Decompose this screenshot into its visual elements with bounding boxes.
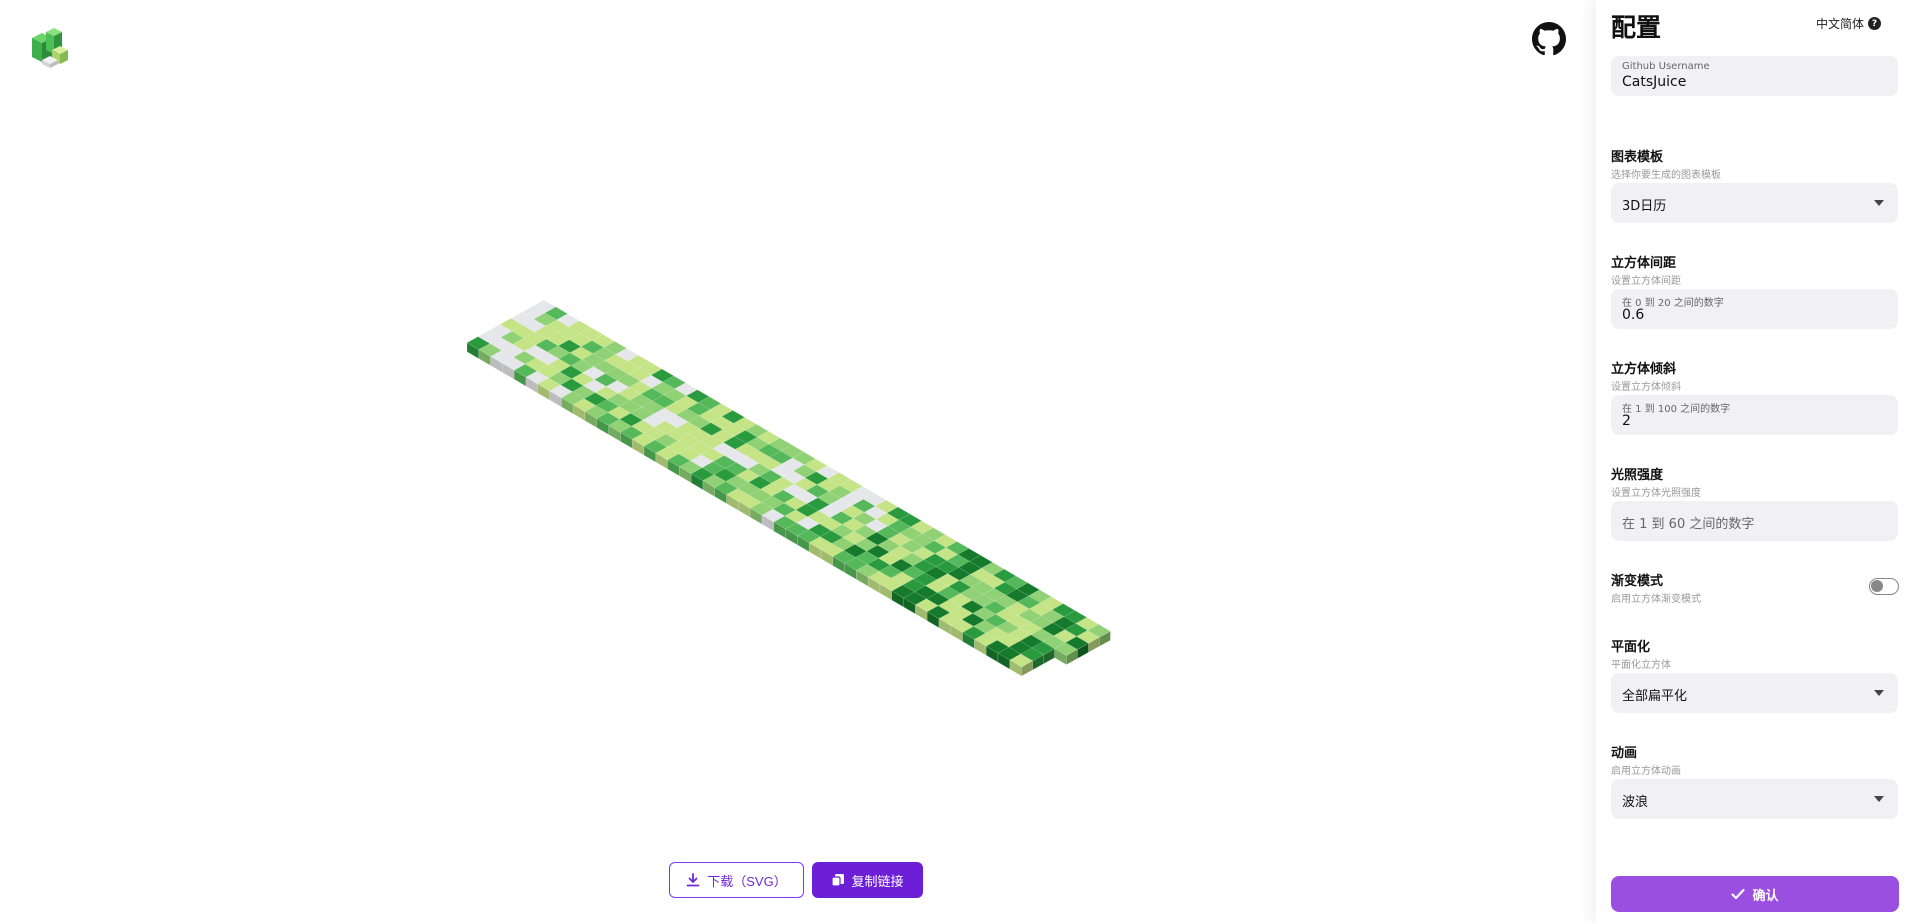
gap-input[interactable]: 在 0 到 20 之间的数字 0.6 <box>1611 289 1898 329</box>
light-placeholder: 在 1 到 60 之间的数字 <box>1622 517 1755 532</box>
language-label: 中文简体 <box>1816 17 1865 31</box>
copy-icon <box>831 874 845 887</box>
tilt-description: 设置立方体倾斜 <box>1611 382 1681 393</box>
template-select[interactable]: 3D日历 <box>1611 183 1898 223</box>
flatten-select[interactable]: 全部扁平化 <box>1611 673 1898 713</box>
template-description: 选择你要生成的图表模板 <box>1611 170 1721 181</box>
language-switch[interactable]: 中文简体 ? <box>1816 15 1882 32</box>
gradient-toggle[interactable] <box>1869 578 1899 595</box>
flatten-selected: 全部扁平化 <box>1622 689 1688 704</box>
light-input[interactable]: 在 1 到 60 之间的数字 <box>1611 501 1898 541</box>
gap-label: 立方体间距 <box>1611 256 1677 271</box>
tilt-input[interactable]: 在 1 到 100 之间的数字 2 <box>1611 395 1898 435</box>
config-panel: 配置 中文简体 ? Github Username CatsJuice 图表模板… <box>1596 0 1916 923</box>
gradient-label: 渐变模式 <box>1611 574 1664 589</box>
main-area: 下载（SVG） 复制链接 <box>0 0 1596 923</box>
light-label: 光照强度 <box>1611 468 1664 483</box>
animation-select[interactable]: 波浪 <box>1611 779 1898 819</box>
help-icon[interactable]: ? <box>1868 17 1882 30</box>
download-label: 下载（SVG） <box>707 873 787 889</box>
chevron-down-icon <box>1874 690 1884 696</box>
download-svg-button[interactable]: 下载（SVG） <box>669 862 804 898</box>
gradient-description: 启用立方体渐变模式 <box>1611 594 1701 605</box>
animation-selected: 波浪 <box>1622 795 1649 810</box>
username-label: Github Username <box>1622 61 1710 72</box>
toggle-knob <box>1871 580 1883 592</box>
tilt-label: 立方体倾斜 <box>1611 362 1677 377</box>
check-icon <box>1731 888 1746 900</box>
copy-link-button[interactable]: 复制链接 <box>812 862 923 898</box>
tilt-hint: 在 1 到 100 之间的数字 <box>1622 404 1731 415</box>
username-field[interactable]: Github Username CatsJuice <box>1611 56 1898 96</box>
tilt-value: 2 <box>1622 413 1631 429</box>
chevron-down-icon <box>1874 200 1884 206</box>
template-selected: 3D日历 <box>1622 199 1667 214</box>
flatten-label: 平面化 <box>1611 640 1651 655</box>
confirm-button[interactable]: 确认 <box>1611 876 1899 912</box>
flatten-description: 平面化立方体 <box>1611 660 1671 671</box>
download-icon <box>686 873 700 887</box>
animation-label: 动画 <box>1611 746 1638 761</box>
gap-description: 设置立方体间距 <box>1611 276 1681 287</box>
panel-title: 配置 <box>1611 13 1662 42</box>
gap-value: 0.6 <box>1622 307 1645 323</box>
light-description: 设置立方体光照强度 <box>1611 488 1701 499</box>
chevron-down-icon <box>1874 796 1884 802</box>
animation-description: 启用立方体动画 <box>1611 766 1681 777</box>
action-bar: 下载（SVG） 复制链接 <box>669 862 923 898</box>
username-value: CatsJuice <box>1622 74 1687 90</box>
confirm-label: 确认 <box>1752 887 1779 903</box>
contribution-3d-chart <box>466 299 1111 677</box>
template-label: 图表模板 <box>1611 150 1664 165</box>
copy-label: 复制链接 <box>851 873 904 889</box>
